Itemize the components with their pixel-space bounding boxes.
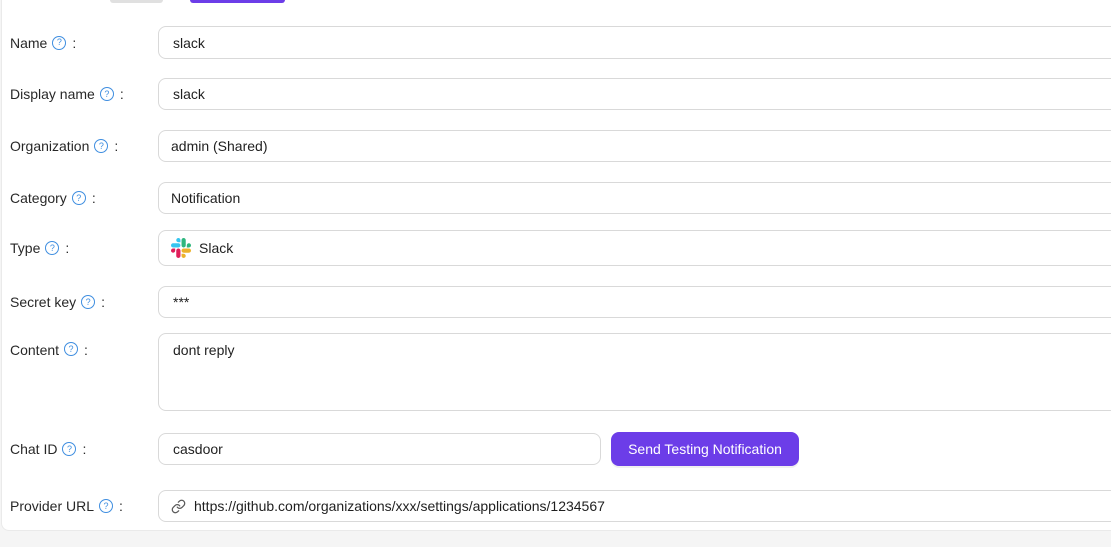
help-icon[interactable]: ? xyxy=(71,191,86,205)
name-input[interactable] xyxy=(158,26,1111,59)
help-icon[interactable]: ? xyxy=(99,499,114,513)
display-name-label: Display name ? : xyxy=(10,86,124,102)
provider-url-input[interactable]: https://github.com/organizations/xxx/set… xyxy=(158,490,1111,522)
chat-id-label: Chat ID ? : xyxy=(10,441,87,457)
provider-url-label: Provider URL ? : xyxy=(10,498,123,514)
help-icon[interactable]: ? xyxy=(99,87,114,101)
toolbar-primary-button-partial[interactable] xyxy=(190,0,285,3)
slack-icon xyxy=(171,238,191,258)
display-name-input[interactable] xyxy=(158,78,1111,110)
help-icon[interactable]: ? xyxy=(52,35,67,50)
help-icon[interactable]: ? xyxy=(62,442,77,456)
content-textarea[interactable]: dont reply xyxy=(158,333,1111,411)
type-label: Type ? : xyxy=(10,240,70,256)
help-icon[interactable]: ? xyxy=(64,342,79,356)
category-label: Category ? : xyxy=(10,190,96,206)
category-select-value: Notification xyxy=(171,190,241,206)
help-icon[interactable]: ? xyxy=(45,241,60,255)
chat-id-input[interactable] xyxy=(158,433,601,465)
organization-select-value: admin (Shared) xyxy=(171,138,268,154)
help-icon[interactable]: ? xyxy=(81,295,96,309)
provider-url-value: https://github.com/organizations/xxx/set… xyxy=(194,498,605,514)
send-testing-notification-button[interactable]: Send Testing Notification xyxy=(611,432,799,466)
help-icon[interactable]: ? xyxy=(94,139,109,153)
organization-select[interactable]: admin (Shared) xyxy=(158,130,1111,162)
secret-key-label: Secret key ? : xyxy=(10,294,106,310)
content-label: Content ? : xyxy=(10,342,88,358)
category-select[interactable]: Notification xyxy=(158,182,1111,214)
type-select-value: Slack xyxy=(199,240,234,256)
type-select[interactable]: Slack xyxy=(158,230,1111,266)
name-label: Name ? : xyxy=(10,34,77,51)
organization-label: Organization ? : xyxy=(10,138,119,154)
secret-key-input[interactable] xyxy=(158,286,1111,318)
link-icon xyxy=(171,499,186,514)
toolbar-secondary-button-partial[interactable] xyxy=(110,0,163,3)
